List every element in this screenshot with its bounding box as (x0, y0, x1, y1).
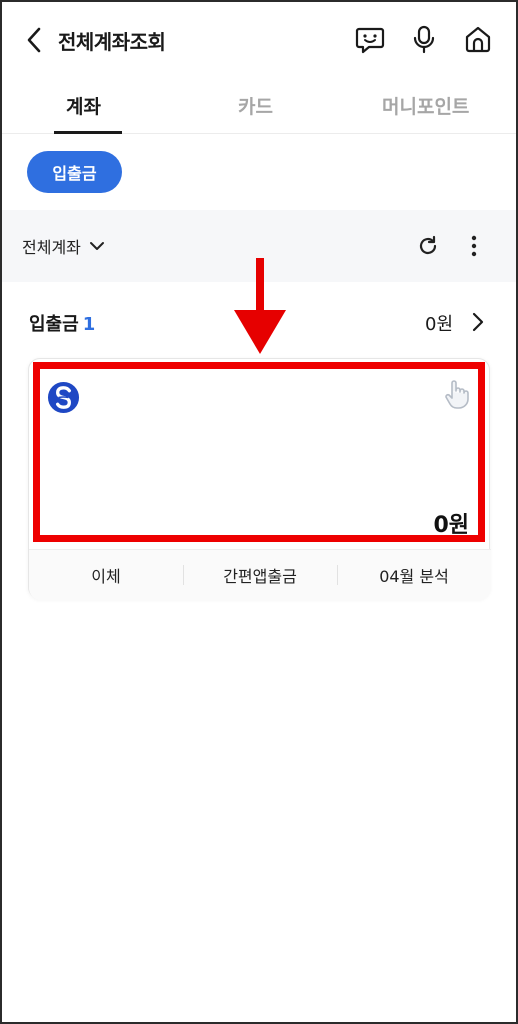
header: 전체계좌조회 (0, 0, 518, 80)
section-count: 1 (82, 314, 96, 335)
deposit-withdrawal-chip[interactable]: 입출금 (27, 151, 122, 193)
chat-button[interactable] (353, 22, 387, 56)
transfer-button[interactable]: 이체 (29, 550, 183, 600)
home-button[interactable] (461, 22, 495, 56)
account-card-actions: 이체 간편앱출금 04월 분석 (29, 549, 491, 600)
easy-app-withdrawal-button[interactable]: 간편앱출금 (183, 550, 337, 600)
refresh-icon (419, 235, 437, 255)
tab-card[interactable]: 카드 (238, 92, 273, 119)
active-tab-indicator (54, 131, 122, 134)
mic-button[interactable] (407, 22, 441, 56)
chevron-right-icon (472, 312, 484, 332)
chevron-left-icon (27, 27, 41, 53)
account-filter-label: 전체계좌 (22, 238, 81, 257)
chevron-down-icon (89, 242, 104, 250)
account-filter-dropdown[interactable]: 전체계좌 (22, 234, 105, 258)
page-title: 전체계좌조회 (58, 30, 166, 54)
more-vertical-icon (471, 235, 477, 257)
refresh-button[interactable] (414, 232, 442, 260)
tab-money-point[interactable]: 머니포인트 (382, 92, 469, 119)
mic-icon (413, 25, 435, 54)
section-title: 입출금 1 (29, 310, 95, 336)
chat-icon (355, 27, 385, 54)
home-icon (465, 26, 491, 53)
monthly-analysis-button[interactable]: 04월 분석 (337, 550, 491, 600)
section-total: 0원 (425, 314, 454, 335)
section-title-label: 입출금 (29, 314, 79, 335)
back-button[interactable] (20, 24, 48, 56)
highlight-box (33, 362, 485, 542)
red-arrow-down-icon (234, 258, 286, 354)
tab-bar: 계좌 카드 머니포인트 (0, 80, 518, 134)
tab-account[interactable]: 계좌 (66, 92, 101, 119)
section-chevron[interactable] (468, 310, 488, 334)
more-button[interactable] (462, 232, 486, 260)
